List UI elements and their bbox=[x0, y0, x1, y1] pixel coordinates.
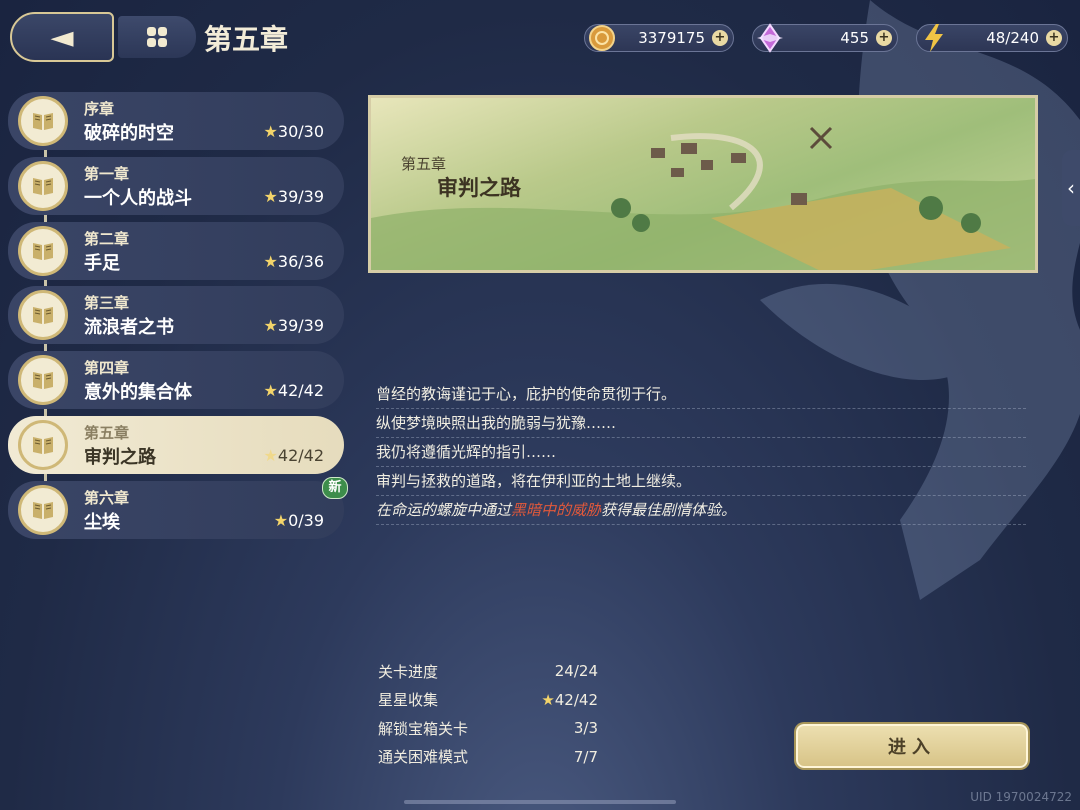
chapter-menu-button[interactable] bbox=[118, 16, 196, 58]
back-arrow-icon: ◄ bbox=[50, 19, 74, 55]
star-icon: ★ bbox=[263, 446, 278, 465]
chevron-left-icon: ‹ bbox=[1067, 176, 1075, 200]
gold-coin-icon bbox=[583, 19, 621, 57]
stat-row: 星星收集 ★42/42 bbox=[378, 686, 598, 715]
star-icon: ★ bbox=[263, 186, 278, 206]
chapter-name: 破碎的时空 bbox=[84, 123, 174, 144]
chapter-name: 尘埃 bbox=[84, 511, 120, 533]
crystal-gem-icon bbox=[751, 19, 789, 57]
chapter-stars: ★39/39 bbox=[264, 316, 324, 335]
add-energy-button[interactable]: + bbox=[1046, 30, 1062, 46]
chapter-number: 第四章 bbox=[84, 359, 130, 378]
energy-value: 48/240 bbox=[986, 29, 1039, 47]
chapter-stars: ★42/42 bbox=[264, 446, 324, 465]
chapter-stars: ★0/39 bbox=[274, 511, 324, 530]
chapter-item[interactable]: 第二章手足 ★36/36 bbox=[8, 221, 344, 280]
chapter-banner: 第五章 审判之路 bbox=[368, 95, 1038, 273]
stat-row: 解锁宝箱关卡 3/3 bbox=[378, 714, 598, 743]
book-icon bbox=[18, 225, 68, 276]
star-icon: ★ bbox=[263, 316, 278, 336]
stat-value: 7/7 bbox=[573, 747, 598, 766]
chapter-number: 第五章 bbox=[84, 424, 130, 442]
stat-value: 3/3 bbox=[573, 719, 598, 738]
stat-label: 星星收集 bbox=[378, 691, 439, 710]
new-badge: 新 bbox=[322, 476, 348, 499]
banner-chapter-number: 第五章 bbox=[401, 155, 447, 173]
gold-value: 3379175 bbox=[638, 29, 705, 47]
star-count: 36/36 bbox=[277, 251, 324, 271]
chapter-stars: ★36/36 bbox=[264, 252, 324, 271]
clover-icon bbox=[147, 27, 167, 47]
star-count: 39/39 bbox=[277, 316, 324, 336]
chapter-item[interactable]: 第五章审判之路 ★42/42 bbox=[8, 416, 344, 474]
star-icon: ★ bbox=[541, 690, 555, 709]
back-button[interactable]: ◄ bbox=[10, 12, 114, 62]
star-icon: ★ bbox=[263, 122, 278, 141]
chapter-item[interactable]: 第四章意外的集合体 ★42/42 bbox=[8, 351, 344, 410]
energy-resource: 48/240 + bbox=[916, 24, 1068, 52]
user-id: UID 1970024722 bbox=[970, 790, 1072, 804]
hint-highlight: 黑暗中的威胁 bbox=[511, 501, 602, 519]
hint-suffix: 获得最佳剧情体验。 bbox=[601, 501, 737, 519]
star-icon: ★ bbox=[273, 510, 289, 530]
star-count: 39/39 bbox=[277, 186, 324, 206]
star-icon: ★ bbox=[263, 381, 278, 401]
chapter-item[interactable]: 序章破碎的时空 ★30/30 bbox=[8, 92, 344, 150]
book-icon bbox=[18, 420, 68, 470]
page-title: 第五章 bbox=[204, 23, 289, 56]
chapter-number: 第六章 bbox=[84, 488, 130, 507]
chapter-number: 第三章 bbox=[84, 294, 130, 313]
story-line: 纵使梦境映照出我的脆弱与犹豫…… bbox=[376, 409, 1026, 438]
chapter-name: 一个人的战斗 bbox=[84, 187, 192, 209]
chapter-name: 流浪者之书 bbox=[84, 317, 174, 339]
book-icon bbox=[18, 290, 68, 341]
stat-value: 42/42 bbox=[554, 690, 598, 709]
chapter-stars: ★30/30 bbox=[264, 122, 324, 141]
story-line: 我仍将遵循光辉的指引…… bbox=[376, 438, 1026, 467]
gem-value: 455 bbox=[840, 29, 869, 47]
chapter-item[interactable]: 第六章尘埃 ★0/39 新 bbox=[8, 476, 348, 539]
book-icon bbox=[18, 484, 68, 535]
book-icon bbox=[18, 160, 68, 211]
side-panel-toggle[interactable]: ‹ bbox=[1062, 150, 1080, 226]
gold-resource: 3379175 + bbox=[584, 24, 734, 52]
chapter-number: 第二章 bbox=[84, 229, 130, 248]
home-indicator[interactable] bbox=[404, 800, 676, 804]
chapter-stars: ★39/39 bbox=[264, 187, 324, 206]
add-gold-button[interactable]: + bbox=[712, 30, 728, 46]
enter-button[interactable]: 进入 bbox=[796, 724, 1028, 768]
hint-prefix: 在命运的螺旋中通过 bbox=[376, 501, 512, 519]
chapter-story: 曾经的教诲谨记于心，庇护的使命贯彻于行。 纵使梦境映照出我的脆弱与犹豫…… 我仍… bbox=[376, 380, 1026, 525]
stat-label: 解锁宝箱关卡 bbox=[378, 719, 469, 738]
lightning-energy-icon bbox=[915, 19, 953, 57]
chapter-item[interactable]: 第一章一个人的战斗 ★39/39 bbox=[8, 156, 344, 215]
banner-chapter-title: 审判之路 bbox=[437, 175, 521, 200]
chapter-item[interactable]: 第三章流浪者之书 ★39/39 bbox=[8, 286, 344, 345]
chapter-stats: 关卡进度 24/24 星星收集 ★42/42 解锁宝箱关卡 3/3 通关困难模式 7/7 bbox=[378, 657, 598, 771]
chapter-name: 手足 bbox=[84, 252, 120, 274]
add-gem-button[interactable]: + bbox=[876, 30, 892, 46]
book-icon bbox=[18, 96, 68, 146]
chapter-number: 序章 bbox=[84, 100, 115, 118]
chapter-stars: ★42/42 bbox=[264, 381, 324, 400]
stat-row: 关卡进度 24/24 bbox=[378, 657, 598, 686]
star-count: 42/42 bbox=[277, 381, 324, 401]
star-count: 42/42 bbox=[277, 446, 324, 465]
stat-value: 24/24 bbox=[554, 662, 598, 681]
chapter-name: 意外的集合体 bbox=[84, 382, 192, 404]
stat-label: 关卡进度 bbox=[378, 662, 439, 681]
star-count: 30/30 bbox=[277, 122, 324, 141]
story-line: 审判与拯救的道路，将在伊利亚的土地上继续。 bbox=[376, 467, 1026, 496]
star-count: 0/39 bbox=[288, 510, 324, 530]
book-icon bbox=[18, 355, 68, 406]
gem-resource: 455 + bbox=[752, 23, 898, 53]
star-icon: ★ bbox=[263, 251, 278, 271]
story-hint: 在命运的螺旋中通过黑暗中的威胁获得最佳剧情体验。 bbox=[376, 496, 1026, 525]
chapter-name: 审判之路 bbox=[84, 447, 156, 468]
stat-row: 通关困难模式 7/7 bbox=[378, 743, 598, 772]
stat-label: 通关困难模式 bbox=[378, 748, 469, 767]
story-line: 曾经的教诲谨记于心，庇护的使命贯彻于行。 bbox=[376, 380, 1026, 409]
chapter-number: 第一章 bbox=[84, 164, 130, 183]
